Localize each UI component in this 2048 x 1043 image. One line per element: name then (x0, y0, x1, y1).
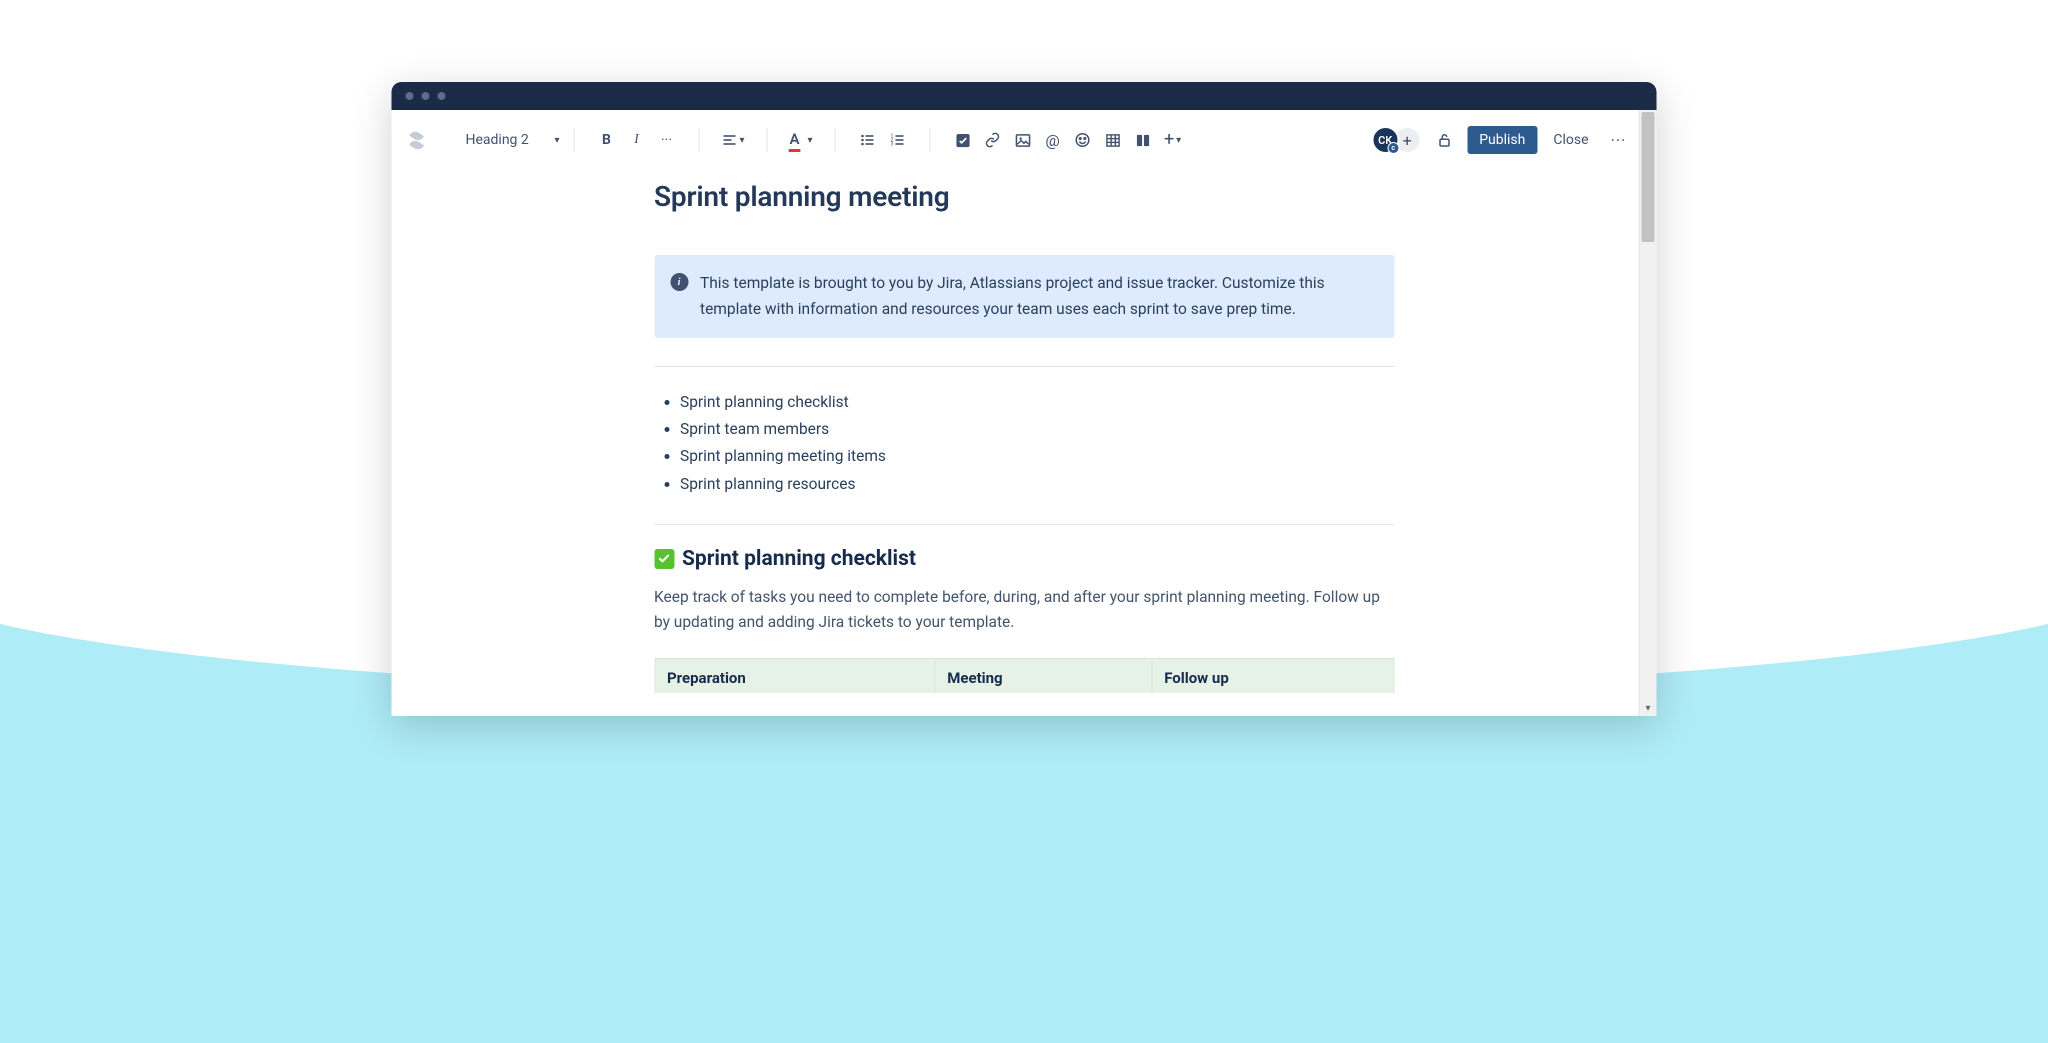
mention-button[interactable]: @ (1039, 126, 1067, 154)
heading-style-select[interactable]: Heading 2 ▾ (456, 126, 566, 154)
toolbar-separator (574, 128, 575, 152)
toc-item[interactable]: Sprint planning meeting items (680, 443, 1394, 470)
align-button[interactable]: ▾ (718, 126, 749, 154)
divider (654, 366, 1394, 367)
action-item-button[interactable] (949, 126, 977, 154)
link-button[interactable] (979, 126, 1007, 154)
editor-content[interactable]: Sprint planning meeting i This template … (654, 170, 1394, 693)
image-button[interactable] (1009, 126, 1037, 154)
chevron-down-icon: ▾ (740, 135, 745, 146)
toolbar-separator (699, 128, 700, 152)
checkmark-icon (654, 549, 674, 569)
svg-text:3: 3 (891, 142, 894, 148)
toc-item[interactable]: Sprint planning resources (680, 471, 1394, 498)
numbered-list-button[interactable]: 123 (884, 126, 912, 154)
table-of-contents: Sprint planning checklist Sprint team me… (654, 389, 1394, 498)
scrollbar-thumb[interactable] (1642, 112, 1655, 242)
editor-toolbar: Heading 2 ▾ B I ··· ▾ A ▾ (392, 110, 1657, 170)
toolbar-separator (835, 128, 836, 152)
bold-button[interactable]: B (593, 126, 621, 154)
italic-button[interactable]: I (623, 126, 651, 154)
window-minimize-dot[interactable] (422, 92, 430, 100)
insert-more-button[interactable]: + ▾ (1159, 126, 1187, 154)
table-header-cell[interactable]: Meeting (935, 658, 1152, 693)
avatar-presence-badge: c (1387, 142, 1399, 154)
collaborator-avatars: CK c + (1371, 126, 1421, 154)
window-close-dot[interactable] (406, 92, 414, 100)
publish-button[interactable]: Publish (1467, 126, 1537, 154)
avatar[interactable]: CK c (1371, 126, 1399, 154)
bullet-list-button[interactable] (854, 126, 882, 154)
window-titlebar (392, 82, 1657, 110)
toolbar-separator (930, 128, 931, 152)
chevron-down-icon: ▾ (554, 135, 559, 146)
table-header-cell[interactable]: Preparation (655, 658, 935, 693)
scroll-down-arrow-icon[interactable]: ▾ (1640, 700, 1657, 716)
divider (654, 524, 1394, 525)
info-panel-text[interactable]: This template is brought to you by Jira,… (700, 271, 1376, 322)
table-header-cell[interactable]: Follow up (1152, 658, 1394, 693)
table-button[interactable] (1099, 126, 1127, 154)
browser-window: Heading 2 ▾ B I ··· ▾ A ▾ (392, 82, 1657, 716)
info-panel[interactable]: i This template is brought to you by Jir… (654, 255, 1394, 338)
heading-style-label: Heading 2 (466, 132, 529, 148)
info-icon: i (670, 273, 688, 291)
section-heading-text: Sprint planning checklist (682, 547, 916, 571)
section-description[interactable]: Keep track of tasks you need to complete… (654, 585, 1394, 636)
table-header-row: Preparation Meeting Follow up (655, 658, 1394, 693)
emoji-button[interactable] (1069, 126, 1097, 154)
text-color-button[interactable]: A ▾ (786, 126, 817, 154)
checklist-table[interactable]: Preparation Meeting Follow up (654, 658, 1394, 693)
window-maximize-dot[interactable] (438, 92, 446, 100)
editor-app: Heading 2 ▾ B I ··· ▾ A ▾ (392, 110, 1657, 716)
toolbar-separator (767, 128, 768, 152)
confluence-logo-icon (404, 126, 432, 154)
more-actions-button[interactable]: ··· (1605, 126, 1633, 154)
page-title[interactable]: Sprint planning meeting (654, 180, 1394, 213)
chevron-down-icon: ▾ (1176, 135, 1181, 146)
text-format-more-button[interactable]: ··· (653, 126, 681, 154)
toc-item[interactable]: Sprint planning checklist (680, 389, 1394, 416)
section-heading[interactable]: Sprint planning checklist (654, 547, 1394, 571)
layout-button[interactable] (1129, 126, 1157, 154)
toc-item[interactable]: Sprint team members (680, 416, 1394, 443)
scrollbar[interactable]: ▾ (1639, 110, 1657, 716)
chevron-down-icon: ▾ (808, 135, 813, 146)
close-button[interactable]: Close (1545, 126, 1596, 154)
restrictions-button[interactable] (1429, 125, 1459, 155)
